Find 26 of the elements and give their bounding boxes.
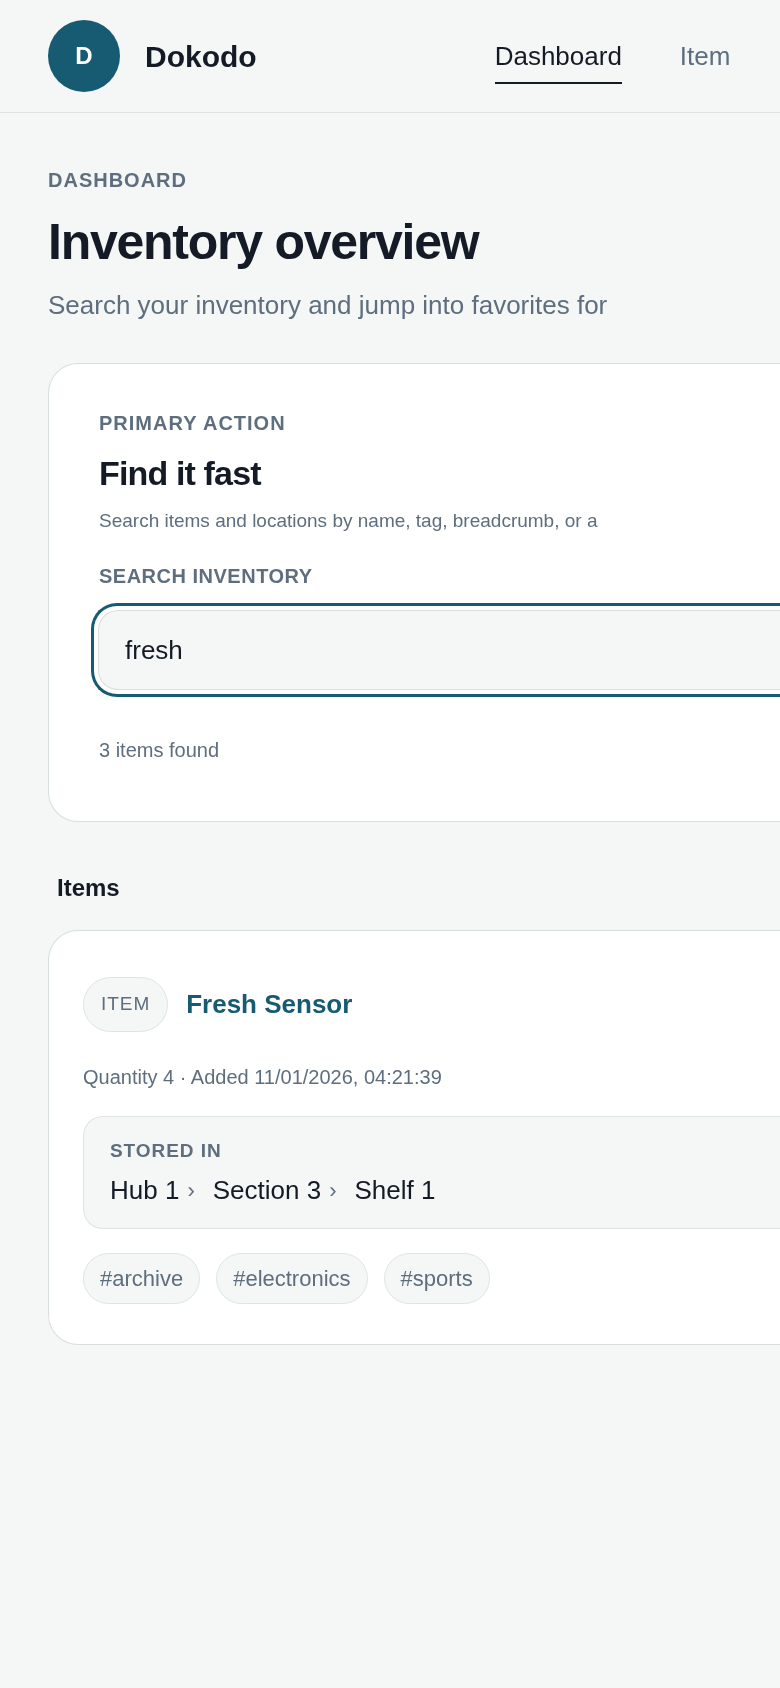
nav-tab[interactable]: Item xyxy=(679,28,731,84)
breadcrumb-item[interactable]: Hub 1 xyxy=(110,1171,180,1210)
card-eyebrow: PRIMARY ACTION xyxy=(99,410,287,436)
page-subtitle: Search your inventory and jump into favorites for xyxy=(48,288,609,322)
item-name-link[interactable]: Fresh Sensor xyxy=(186,984,353,1024)
breadcrumb-separator: › xyxy=(187,1177,195,1205)
breadcrumb-separator: › xyxy=(329,1177,337,1205)
location-label: STORED IN xyxy=(110,1138,223,1163)
page-eyebrow: DASHBOARD xyxy=(48,168,188,193)
app-name: Dokodo xyxy=(145,38,257,75)
breadcrumb-item[interactable]: Section 3 xyxy=(212,1171,322,1210)
breadcrumb-item[interactable]: Shelf 1 xyxy=(354,1171,436,1210)
tag-chip[interactable]: #sports xyxy=(383,1253,490,1304)
search-field[interactable]: fresh xyxy=(91,603,780,697)
avatar: D xyxy=(48,20,120,92)
field-label: SEARCH INVENTORY xyxy=(99,564,314,589)
result-count: 3 items found xyxy=(99,738,221,763)
tag-chip[interactable]: #archive xyxy=(83,1253,201,1304)
item-meta: Quantity 4 · Added 11/01/2026, 04:21:39 xyxy=(83,1064,443,1090)
page-title: Inventory overview xyxy=(48,213,481,272)
card-title: Find it fast xyxy=(99,452,263,494)
tag-chip[interactable]: #electronics xyxy=(216,1253,368,1304)
card-description: Search items and locations by name, tag, breadcrumb, or a xyxy=(99,508,599,533)
type-badge: ITEM xyxy=(83,977,169,1032)
nav-tab[interactable]: Dashboard xyxy=(494,28,622,84)
section-heading: Items xyxy=(57,873,121,903)
